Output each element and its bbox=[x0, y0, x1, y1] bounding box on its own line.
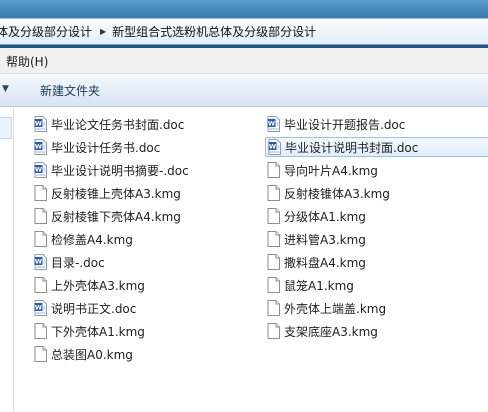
file-name: 支架底座A3.kmg bbox=[284, 324, 378, 339]
file-item[interactable]: 反射棱锥上壳体A3.kmg bbox=[32, 183, 181, 203]
file-icon bbox=[267, 254, 284, 270]
file-name: 毕业设计说明书摘要-.doc bbox=[51, 163, 189, 178]
file-icon bbox=[267, 231, 284, 247]
new-folder-button[interactable]: 新建文件夹 bbox=[40, 82, 100, 99]
file-name: 检修盖A4.kmg bbox=[51, 232, 133, 247]
file-name: 毕业论文任务书封面.doc bbox=[51, 117, 185, 132]
file-icon bbox=[267, 162, 284, 178]
file-item[interactable]: 检修盖A4.kmg bbox=[32, 229, 133, 249]
file-name: 进料管A3.kmg bbox=[284, 232, 366, 247]
svg-text:W: W bbox=[269, 143, 276, 151]
file-name: 上外壳体A3.kmg bbox=[51, 278, 145, 293]
word-document-icon: W bbox=[34, 300, 51, 316]
file-icon bbox=[267, 185, 284, 201]
menu-bar: 帮助(H) bbox=[0, 48, 488, 74]
file-list-pane: W 毕业论文任务书封面.doc W 毕业设计任务书.doc W 毕业设计说明书摘要-.do… bbox=[0, 107, 488, 412]
file-item[interactable]: 分级体A1.kmg bbox=[265, 206, 366, 226]
file-item[interactable]: 反射棱锥体A3.kmg bbox=[265, 183, 390, 203]
file-icon bbox=[34, 185, 51, 201]
file-item[interactable]: W 毕业设计说明书摘要-.doc bbox=[32, 160, 189, 180]
file-item[interactable]: W 目录-.doc bbox=[32, 252, 105, 272]
file-item[interactable]: W 毕业设计说明书封面.doc bbox=[265, 137, 488, 157]
navigation-pane[interactable] bbox=[0, 107, 14, 412]
file-icon bbox=[267, 323, 284, 339]
word-document-icon: W bbox=[34, 139, 51, 155]
word-document-icon: W bbox=[34, 254, 51, 270]
word-document-icon: W bbox=[267, 116, 284, 132]
file-item[interactable]: W 说明书正文.doc bbox=[32, 298, 136, 318]
file-name: 反射棱锥下壳体A4.kmg bbox=[51, 209, 181, 224]
file-name: 鼠笼A1.kmg bbox=[284, 278, 354, 293]
file-item[interactable]: 外壳体上端盖.kmg bbox=[265, 298, 386, 318]
toolbar: ▼ 新建文件夹 bbox=[0, 74, 488, 107]
word-document-icon: W bbox=[268, 139, 285, 155]
svg-text:W: W bbox=[268, 120, 275, 128]
file-name: 目录-.doc bbox=[51, 255, 105, 270]
file-item[interactable]: 总装图A0.kmg bbox=[32, 344, 133, 364]
file-icon bbox=[34, 346, 51, 362]
word-document-icon: W bbox=[34, 116, 51, 132]
file-item[interactable]: 导向叶片A4.kmg bbox=[265, 160, 378, 180]
file-icon bbox=[34, 208, 51, 224]
file-name: 说明书正文.doc bbox=[51, 301, 137, 316]
file-icon bbox=[267, 208, 284, 224]
file-name: 毕业设计说明书封面.doc bbox=[285, 140, 419, 155]
menu-help[interactable]: 帮助(H) bbox=[6, 53, 48, 70]
svg-text:W: W bbox=[35, 143, 42, 151]
address-bar[interactable]: 体及分级部分设计 ▶ 新型组合式选粉机总体及分级部分设计 bbox=[0, 18, 488, 45]
file-item[interactable]: 上外壳体A3.kmg bbox=[32, 275, 145, 295]
breadcrumb-separator-icon[interactable]: ▶ bbox=[98, 27, 112, 36]
svg-text:W: W bbox=[35, 258, 42, 266]
svg-text:W: W bbox=[35, 120, 42, 128]
file-name: 下外壳体A1.kmg bbox=[51, 324, 145, 339]
file-item[interactable]: W 毕业设计任务书.doc bbox=[32, 137, 160, 157]
breadcrumb-current[interactable]: 新型组合式选粉机总体及分级部分设计 bbox=[112, 23, 322, 40]
file-name: 导向叶片A4.kmg bbox=[284, 163, 378, 178]
toolbar-dropdown-arrow-icon[interactable]: ▼ bbox=[2, 84, 9, 94]
file-name: 反射棱锥体A3.kmg bbox=[284, 186, 390, 201]
word-document-icon: W bbox=[34, 162, 51, 178]
file-item[interactable]: W 毕业论文任务书封面.doc bbox=[32, 114, 184, 134]
file-name: 毕业设计开题报告.doc bbox=[284, 117, 406, 132]
navigation-pane-selected-item[interactable] bbox=[0, 117, 12, 139]
svg-text:W: W bbox=[35, 304, 42, 312]
file-item[interactable]: W 毕业设计开题报告.doc bbox=[265, 114, 405, 134]
file-name: 毕业设计任务书.doc bbox=[51, 140, 161, 155]
file-icon bbox=[34, 231, 51, 247]
file-name: 总装图A0.kmg bbox=[51, 347, 133, 362]
file-item[interactable]: 撒料盘A4.kmg bbox=[265, 252, 366, 272]
file-icon bbox=[267, 300, 284, 316]
svg-text:W: W bbox=[35, 166, 42, 174]
file-item[interactable]: 反射棱锥下壳体A4.kmg bbox=[32, 206, 181, 226]
file-item[interactable]: 鼠笼A1.kmg bbox=[265, 275, 354, 295]
file-item[interactable]: 支架底座A3.kmg bbox=[265, 321, 378, 341]
file-name: 反射棱锥上壳体A3.kmg bbox=[51, 186, 181, 201]
file-icon bbox=[34, 323, 51, 339]
file-item[interactable]: 进料管A3.kmg bbox=[265, 229, 366, 249]
file-icon bbox=[267, 277, 284, 293]
file-icon bbox=[34, 277, 51, 293]
file-name: 外壳体上端盖.kmg bbox=[284, 301, 387, 316]
breadcrumb-parent[interactable]: 体及分级部分设计 bbox=[0, 23, 98, 40]
file-name: 撒料盘A4.kmg bbox=[284, 255, 366, 270]
file-name: 分级体A1.kmg bbox=[284, 209, 366, 224]
title-bar: 体及分级部分设计 ▶ 新型组合式选粉机总体及分级部分设计 bbox=[0, 0, 488, 48]
file-item[interactable]: 下外壳体A1.kmg bbox=[32, 321, 145, 341]
